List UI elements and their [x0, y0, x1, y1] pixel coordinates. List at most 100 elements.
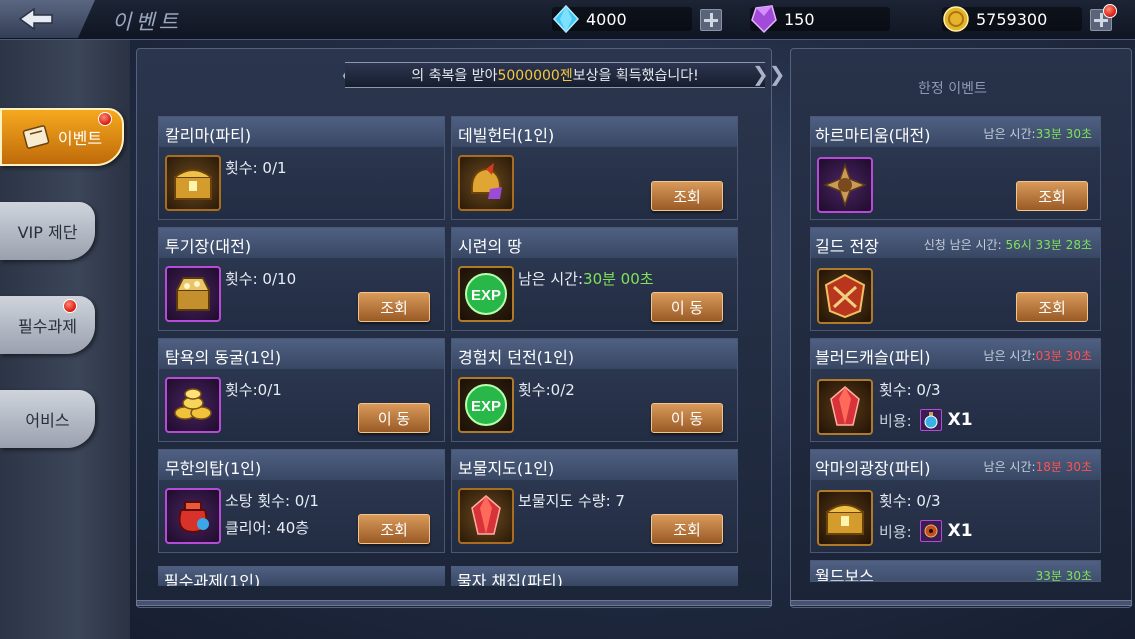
event-card-resource-gathering[interactable]: 물자 채집(파티)	[451, 566, 738, 586]
golden-chest-icon	[165, 155, 221, 211]
move-button[interactable]: 이 동	[358, 403, 430, 433]
potion-icon	[919, 409, 942, 431]
remaining-time-label: 남은 시간:	[983, 349, 1036, 363]
add-gems-button[interactable]	[700, 9, 722, 31]
guild-war-emblem-icon	[817, 268, 873, 324]
event-title: 월드보스	[815, 567, 874, 582]
event-card-cave-of-greed[interactable]: 탐욕의 동굴(1인) 횟수:0/1 이 동	[158, 338, 445, 442]
exp-orb-icon: EXP	[458, 266, 514, 322]
remaining-time-label: 남은 시간:	[983, 127, 1036, 141]
sidebar-item-label: 필수과제	[18, 317, 77, 336]
event-title: 블러드캐슬(파티)	[815, 348, 931, 367]
event-count: 횟수:0/2	[518, 381, 575, 399]
event-card-arena[interactable]: 투기장(대전) 횟수: 0/10 조회	[158, 227, 445, 331]
event-count: 횟수:0/1	[225, 381, 282, 399]
move-button[interactable]: 이 동	[651, 403, 723, 433]
golden-helmet-icon	[458, 155, 514, 211]
event-title: 투기장(대전)	[159, 228, 444, 258]
banner-prefix: 의 축복을 받아	[411, 68, 498, 84]
limited-panel-bottom-bar	[790, 600, 1132, 606]
event-count: 횟수: 0/10	[225, 270, 297, 288]
red-pouch-icon	[165, 488, 221, 544]
page-title: 이벤트	[112, 10, 182, 34]
svg-text:EXP: EXP	[471, 287, 501, 304]
devil-eye-icon	[919, 520, 942, 542]
remaining-time-value: 18분 30초	[1035, 460, 1092, 474]
event-title: 보물지도(1인)	[452, 450, 737, 480]
view-button[interactable]: 조회	[651, 514, 723, 544]
clear-floor: 클리어: 40층	[225, 519, 310, 537]
event-title: 하르마티움(대전)	[815, 126, 931, 145]
cost-row: 비용: X1	[879, 520, 973, 542]
sidebar-item-label: VIP 제단	[17, 223, 78, 242]
view-button[interactable]: 조회	[1016, 181, 1088, 211]
gem-currency: 4000	[552, 4, 692, 34]
sidebar-item-label: 어비스	[25, 411, 70, 430]
events-panel-bottom-bar	[136, 600, 772, 606]
banner-right-ornament: ❯❯	[752, 62, 786, 86]
event-card-devil-hunter[interactable]: 데빌헌터(1인) 조회	[451, 116, 738, 220]
back-button[interactable]	[0, 0, 95, 38]
event-title: 칼리마(파티)	[159, 117, 444, 147]
limited-card-world-boss[interactable]: 월드보스 33분 30초	[810, 560, 1101, 582]
red-crystal-icon	[458, 488, 514, 544]
view-button[interactable]: 조회	[1016, 292, 1088, 322]
event-card-exp-dungeon[interactable]: 경험치 던전(1인) EXP 횟수:0/2 이 동	[451, 338, 738, 442]
event-count: 횟수: 0/1	[225, 159, 287, 177]
remaining-time-value: 33분 30초	[1035, 127, 1092, 141]
registration-time-label: 신청 남은 시간:	[923, 238, 1006, 252]
crystal-count: 150	[784, 9, 815, 29]
event-count: 횟수: 0/3	[879, 381, 941, 399]
sidebar-item-vip-altar[interactable]: VIP 제단	[0, 202, 95, 260]
event-card-treasure-map[interactable]: 보물지도(1인) 보물지도 수량: 7 조회	[451, 449, 738, 553]
sweep-count: 소탕 횟수: 0/1	[225, 492, 319, 510]
book-icon	[22, 125, 50, 149]
limited-card-harmatium[interactable]: 하르마티움(대전) 남은 시간:33분 30초 조회	[810, 116, 1101, 220]
gem-count: 4000	[586, 9, 627, 29]
event-title: 길드 전장	[815, 237, 879, 256]
event-card-required-tasks[interactable]: 필수과제(1인)	[158, 566, 445, 586]
treasure-chest-icon	[165, 266, 221, 322]
registration-time-value: 56시 33분 28초	[1005, 238, 1092, 252]
view-button[interactable]: 조회	[358, 292, 430, 322]
blue-diamond-icon	[552, 4, 580, 34]
cost-label: 비용:	[879, 522, 912, 541]
required-tasks-notification-dot	[63, 299, 77, 313]
event-title: 시련의 땅	[452, 228, 737, 258]
event-title: 경험치 던전(1인)	[452, 339, 737, 369]
top-bar: 이벤트 4000 150 5759300	[0, 0, 1135, 40]
golden-chest-icon	[817, 490, 873, 546]
sidebar-item-abyss[interactable]: 어비스	[0, 390, 95, 448]
crystal-currency: 150	[750, 5, 890, 34]
gold-coins-icon	[165, 377, 221, 433]
notification-dot	[1103, 4, 1117, 18]
sidebar-item-required-tasks[interactable]: 필수과제	[0, 296, 95, 354]
remaining-time-label: 남은 시간:	[983, 460, 1036, 474]
limited-card-devil-square[interactable]: 악마의광장(파티) 남은 시간:18분 30초 횟수: 0/3 비용: X1	[810, 449, 1101, 553]
cost-label: 비용:	[879, 411, 912, 430]
exp-orb-icon: EXP	[458, 377, 514, 433]
remaining-time-value: 03분 30초	[1035, 349, 1092, 363]
back-arrow-icon	[18, 8, 53, 30]
gold-currency: 5759300	[942, 6, 1082, 32]
remaining-time: 남은 시간:18분 30초	[984, 458, 1092, 475]
event-card-land-of-trials[interactable]: 시련의 땅 EXP 남은 시간:30분 00초 이 동	[451, 227, 738, 331]
view-button[interactable]: 조회	[651, 181, 723, 211]
move-button[interactable]: 이 동	[651, 292, 723, 322]
sidebar-item-label: 이벤트	[57, 129, 103, 148]
event-card-kalima[interactable]: 칼리마(파티) 횟수: 0/1	[158, 116, 445, 220]
reward-banner: 의 축복을 받아 5000000젠 보상을 획득했습니다!	[345, 62, 765, 88]
event-card-infinite-tower[interactable]: 무한의탑(1인) 소탕 횟수: 0/1 클리어: 40층 조회	[158, 449, 445, 553]
view-button[interactable]: 조회	[358, 514, 430, 544]
remaining-time: 33분 30초	[1035, 567, 1092, 582]
event-title: 데빌헌터(1인)	[452, 117, 737, 147]
limited-card-guild-war[interactable]: 길드 전장 신청 남은 시간: 56시 33분 28초 조회	[810, 227, 1101, 331]
event-title: 탐욕의 동굴(1인)	[159, 339, 444, 369]
remaining-time: 남은 시간:30분 00초	[518, 268, 654, 289]
purple-crystal-icon	[751, 5, 777, 34]
gold-coin-icon	[943, 6, 969, 32]
remaining-time-value: 33분 30초	[1035, 569, 1092, 582]
limited-events-title: 한정 이벤트	[918, 81, 987, 97]
remaining-time-label: 남은 시간:	[518, 270, 584, 288]
limited-card-blood-castle[interactable]: 블러드캐슬(파티) 남은 시간:03분 30초 횟수: 0/3 비용: X1	[810, 338, 1101, 442]
